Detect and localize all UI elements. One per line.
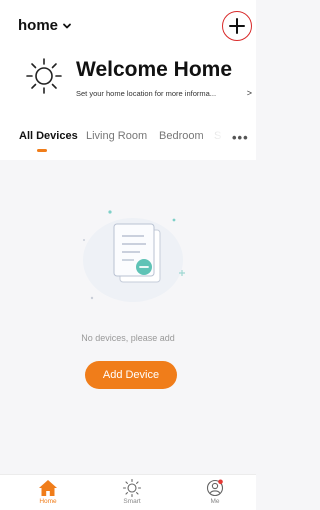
nav-me-label: Me (210, 498, 220, 505)
welcome-title: Welcome Home (76, 58, 232, 81)
tabs-fade (200, 124, 228, 152)
tab-bedroom[interactable]: Bedroom (159, 130, 204, 142)
sun-icon (26, 58, 62, 94)
plus-icon (229, 18, 245, 34)
add-device-button[interactable]: Add Device (85, 361, 177, 389)
chevron-right-icon: > (246, 88, 252, 98)
nav-smart[interactable]: Smart (107, 479, 157, 505)
notification-dot (218, 479, 223, 485)
home-selector[interactable]: home (18, 17, 72, 34)
empty-state-message: No devices, please add (81, 333, 175, 343)
sun-icon (122, 479, 142, 497)
bottom-nav: Home Smart Me (0, 474, 256, 510)
tab-all-devices[interactable]: All Devices (19, 130, 78, 142)
nav-home[interactable]: Home (23, 479, 73, 505)
chevron-down-icon (63, 23, 71, 28)
tab-living-room[interactable]: Living Room (86, 130, 147, 142)
empty-devices-illustration (83, 210, 185, 302)
nav-me[interactable]: Me (190, 479, 240, 505)
location-prompt: Set your home location for more informa.… (76, 88, 217, 98)
home-label: home (18, 17, 59, 34)
more-tabs-button[interactable]: ••• (232, 130, 249, 145)
home-icon (39, 480, 57, 496)
profile-icon (206, 479, 224, 497)
welcome-card[interactable]: Welcome Home Set your home location for … (20, 56, 252, 102)
nav-home-label: Home (39, 498, 57, 505)
welcome-subtitle[interactable]: Set your home location for more informa.… (76, 88, 252, 98)
active-tab-indicator (37, 149, 47, 152)
nav-smart-label: Smart (123, 498, 141, 505)
add-button[interactable] (222, 11, 252, 41)
